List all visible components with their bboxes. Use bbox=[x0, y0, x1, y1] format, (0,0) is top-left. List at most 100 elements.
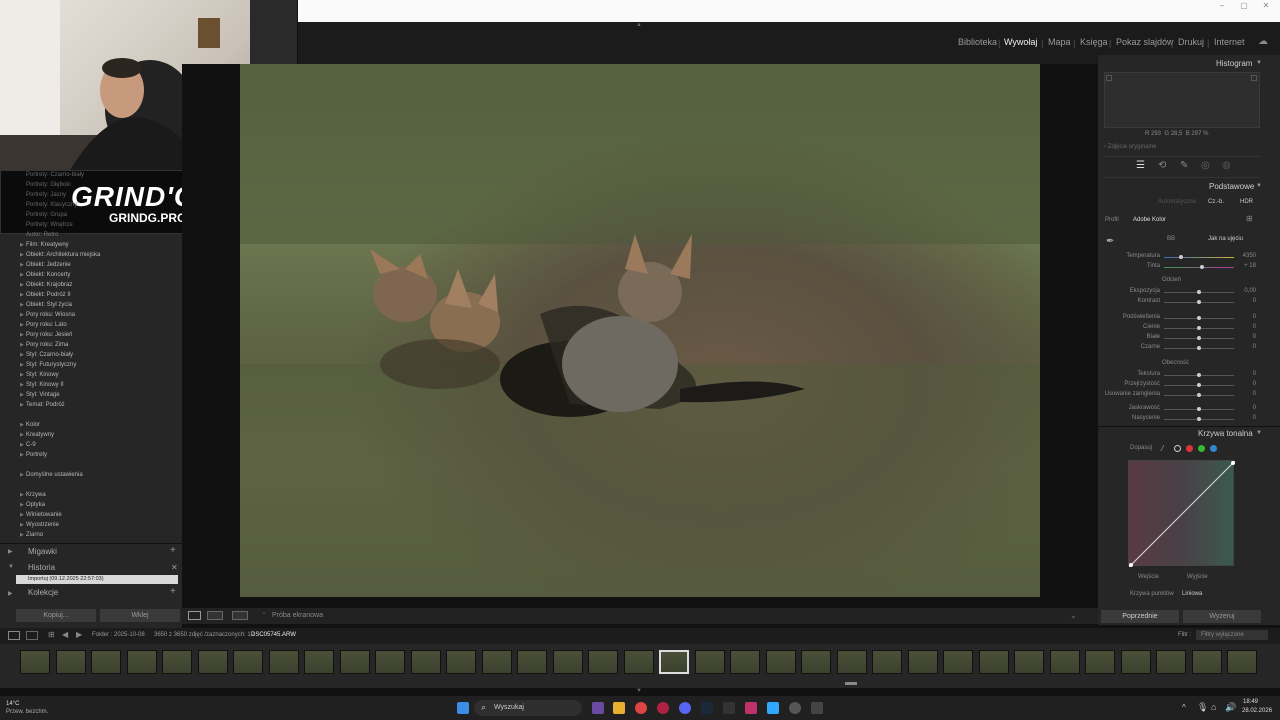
terminal-icon[interactable] bbox=[723, 702, 735, 714]
slider-knob[interactable] bbox=[1179, 255, 1183, 259]
filmstrip-thumbnail[interactable] bbox=[162, 650, 192, 674]
histogram-graph[interactable] bbox=[1104, 72, 1260, 128]
steam-icon[interactable] bbox=[701, 702, 713, 714]
preset-item[interactable]: ▶ Pory roku: Zima bbox=[20, 342, 68, 348]
filmstrip-thumbnail[interactable] bbox=[907, 650, 938, 674]
preset-item[interactable]: Portrety: Jasny bbox=[26, 192, 66, 198]
app-icon[interactable] bbox=[811, 702, 823, 714]
start-menu-icon[interactable] bbox=[457, 702, 469, 714]
filmstrip-thumbnail[interactable] bbox=[446, 650, 476, 674]
parametric-curve-icon[interactable]: ⁄ bbox=[1162, 444, 1163, 453]
tone-curve-title[interactable]: Krzywa tonalna bbox=[1198, 429, 1253, 438]
green-channel-icon[interactable] bbox=[1198, 445, 1205, 452]
filmstrip-thumbnail[interactable] bbox=[1120, 650, 1151, 674]
preset-item[interactable]: Portrety: Wnętrze bbox=[26, 222, 73, 228]
preset-item[interactable]: Portrety: Głęboki bbox=[26, 182, 71, 188]
paste-settings-button[interactable]: Wklej bbox=[100, 609, 180, 622]
basic-panel-title[interactable]: Podstawowe bbox=[1209, 182, 1254, 191]
discord-icon[interactable] bbox=[679, 702, 691, 714]
slider-knob[interactable] bbox=[1197, 336, 1201, 340]
opera-icon[interactable] bbox=[657, 702, 669, 714]
collapse-icon[interactable]: ▼ bbox=[1256, 60, 1262, 66]
bw-treatment-button[interactable]: Cz.-b. bbox=[1208, 199, 1224, 205]
histogram-title[interactable]: Histogram bbox=[1216, 59, 1252, 68]
slider-value[interactable]: 0 bbox=[1236, 405, 1256, 411]
user-preset-item[interactable]: ▶ Portrety bbox=[20, 452, 47, 458]
filmstrip-scrollbar[interactable] bbox=[845, 682, 857, 685]
slider-value[interactable]: 0 bbox=[1236, 415, 1256, 421]
chrome-icon[interactable] bbox=[635, 702, 647, 714]
preset-item[interactable]: ▶ Obiekt: Architektura miejska bbox=[20, 252, 100, 258]
filmstrip-thumbnail[interactable] bbox=[659, 650, 689, 674]
preset-item[interactable]: ▶ Obiekt: Styl życia bbox=[20, 302, 72, 308]
loupe-view-icon[interactable] bbox=[188, 611, 201, 620]
clear-history-button[interactable]: ✕ bbox=[171, 563, 178, 572]
filmstrip-thumbnail[interactable] bbox=[872, 650, 902, 674]
before-after-split-icon[interactable] bbox=[232, 611, 248, 620]
before-after-icon[interactable] bbox=[207, 611, 223, 620]
extra-preset-item[interactable]: ▶ Wyostrzenie bbox=[20, 522, 59, 528]
healing-tool-icon[interactable]: ✎ bbox=[1180, 160, 1188, 171]
collapse-icon[interactable]: ▼ bbox=[1256, 430, 1262, 436]
white-balance-picker-icon[interactable]: ✒ bbox=[1106, 236, 1114, 247]
slider-knob[interactable] bbox=[1197, 373, 1201, 377]
preset-item[interactable]: ▶ Obiekt: Podróż II bbox=[20, 292, 71, 298]
slider-value[interactable]: 0 bbox=[1236, 391, 1256, 397]
preset-item[interactable]: ▶ Obiekt: Jedzenie bbox=[20, 262, 71, 268]
network-icon[interactable]: ⌂ bbox=[1211, 702, 1216, 712]
module-library[interactable]: Biblioteka bbox=[958, 37, 997, 47]
slider-value[interactable]: 4350 bbox=[1236, 253, 1256, 259]
filmstrip-thumbnail[interactable] bbox=[233, 650, 263, 674]
slider-value[interactable]: 0 bbox=[1236, 324, 1256, 330]
collapse-icon[interactable]: ▼ bbox=[1256, 183, 1262, 189]
extra-preset-item[interactable]: ▶ Optyka bbox=[20, 502, 45, 508]
filmstrip-thumbnail[interactable] bbox=[304, 650, 334, 674]
slider-knob[interactable] bbox=[1197, 316, 1201, 320]
preset-item[interactable]: Autor: Retro bbox=[26, 232, 58, 238]
module-web[interactable]: Internet bbox=[1214, 37, 1245, 47]
preset-item[interactable]: Portrety: Czarno-biały bbox=[26, 172, 84, 178]
highlight-clipping-toggle[interactable] bbox=[1251, 75, 1257, 81]
slider-knob[interactable] bbox=[1197, 383, 1201, 387]
preset-item[interactable]: ▶ Obiekt: Krajobraz bbox=[20, 282, 72, 288]
filmstrip-thumbnail[interactable] bbox=[481, 650, 512, 674]
premiere-icon[interactable] bbox=[745, 702, 757, 714]
filmstrip-thumbnail[interactable] bbox=[375, 650, 405, 674]
slider-knob[interactable] bbox=[1197, 393, 1201, 397]
point-curve-select[interactable]: Liniowa bbox=[1182, 591, 1202, 597]
preset-item[interactable]: ▶ Styl: Futurystyczny bbox=[20, 362, 76, 368]
add-snapshot-button[interactable]: + bbox=[170, 545, 176, 556]
module-develop[interactable]: Wywołaj bbox=[1004, 37, 1037, 47]
red-channel-icon[interactable] bbox=[1186, 445, 1193, 452]
filmstrip-thumbnail[interactable] bbox=[1156, 650, 1186, 674]
filmstrip-thumbnail[interactable] bbox=[91, 650, 121, 674]
masking-tool-icon[interactable]: ◍ bbox=[1222, 160, 1231, 171]
filmstrip-thumbnail[interactable] bbox=[1085, 650, 1115, 674]
reset-button[interactable]: Wyzeruj bbox=[1183, 610, 1261, 623]
slider-value[interactable]: + 18 bbox=[1236, 263, 1256, 269]
filmstrip-thumbnail[interactable] bbox=[765, 650, 796, 674]
slider-value[interactable]: 0 bbox=[1236, 334, 1256, 340]
module-map[interactable]: Mapa bbox=[1048, 37, 1071, 47]
preset-item[interactable]: Portrety: Klasyczny bbox=[26, 202, 77, 208]
grid-view-icon[interactable]: ⊞ bbox=[48, 630, 55, 639]
checkbox-icon[interactable]: ▫ bbox=[263, 611, 265, 617]
volume-icon[interactable]: 🔊 bbox=[1225, 702, 1236, 713]
clock-date[interactable]: 28.02.2026 bbox=[1242, 708, 1272, 714]
blue-channel-icon[interactable] bbox=[1210, 445, 1217, 452]
filmstrip-thumbnail[interactable] bbox=[730, 650, 760, 674]
preset-item[interactable]: ▶ Temat: Podróż bbox=[20, 402, 65, 408]
copilot-icon[interactable] bbox=[592, 702, 604, 714]
filmstrip-thumbnail[interactable] bbox=[623, 650, 654, 674]
obs-icon[interactable] bbox=[789, 702, 801, 714]
back-arrow-icon[interactable]: ◀ bbox=[62, 630, 68, 639]
toolbar-menu-icon[interactable]: ⌄ bbox=[1070, 611, 1077, 620]
snapshots-panel-header[interactable]: Migawki bbox=[28, 547, 57, 556]
search-box-label[interactable]: Wyszukaj bbox=[494, 704, 524, 711]
module-book[interactable]: Księga bbox=[1080, 37, 1108, 47]
point-curve-rgb-icon[interactable] bbox=[1174, 445, 1181, 452]
slider-value[interactable]: 0 bbox=[1236, 371, 1256, 377]
extra-preset-item[interactable]: ▶ Ziarno bbox=[20, 532, 43, 538]
filmstrip-thumbnail[interactable] bbox=[1227, 650, 1257, 674]
hdr-button[interactable]: HDR bbox=[1240, 199, 1253, 205]
